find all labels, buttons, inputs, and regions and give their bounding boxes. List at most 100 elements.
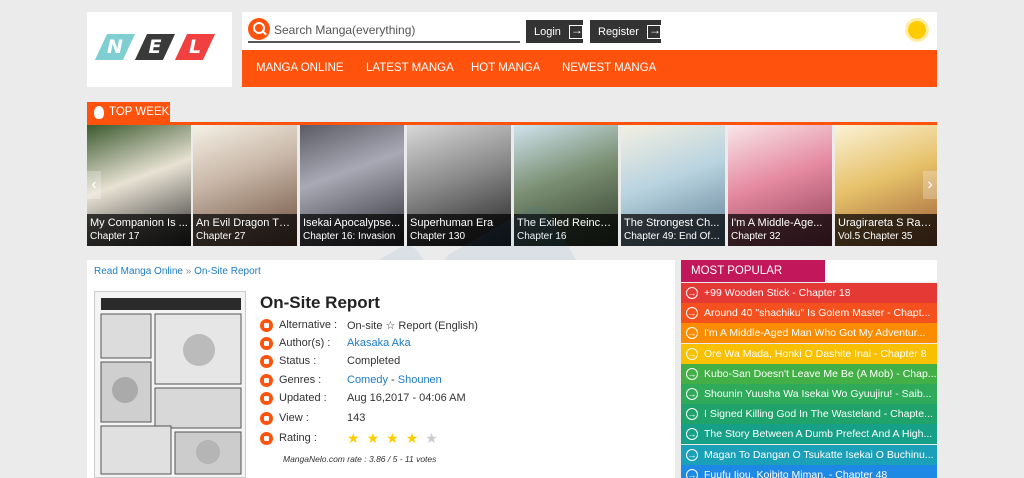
theme-toggle-sun-icon[interactable] xyxy=(908,21,926,39)
popular-item[interactable]: → The Story Between A Dumb Prefect And A … xyxy=(681,424,937,445)
star-icon[interactable]: ★ xyxy=(425,430,438,446)
slider-prev-button[interactable]: ‹ xyxy=(87,171,101,199)
popular-item[interactable]: → I Signed Killing God In The Wasteland -… xyxy=(681,404,937,425)
popular-item[interactable]: → Around 40 "shachiku" Is Golem Master - … xyxy=(681,303,937,324)
breadcrumb-home-link[interactable]: Read Manga Online xyxy=(94,266,183,277)
slide-chapter: Chapter 17 xyxy=(90,231,140,242)
author-link[interactable]: Akasaka Aka xyxy=(347,337,411,349)
slide-caption: My Companion Is ... Chapter 17 xyxy=(87,214,191,246)
authors-label: Author(s) : xyxy=(279,337,331,349)
popular-item[interactable]: → Kubo-San Doesn't Leave Me Be (A Mob) - … xyxy=(681,363,937,384)
arrow-right-circle-icon: → xyxy=(686,468,698,478)
arrow-right-circle-icon: → xyxy=(686,347,698,360)
rating-note: MangaNelo.com rate : 3.86 / 5 - 11 votes xyxy=(283,454,437,464)
slide-title: My Companion Is ... xyxy=(90,217,188,229)
rating-icon xyxy=(260,431,273,445)
breadcrumb: Read Manga Online » On-Site Report xyxy=(94,266,261,277)
slide-item[interactable]: I'm A Middle-Age... Chapter 32 xyxy=(728,125,832,246)
slide-caption: The Strongest Ch... Chapter 49: End Of S… xyxy=(621,214,725,246)
top-week-slider: My Companion Is ... Chapter 17 An Evil D… xyxy=(87,125,937,246)
slide-caption: Uragirareta S Ran... Vol.5 Chapter 35 xyxy=(835,214,937,246)
search-input[interactable] xyxy=(274,20,518,40)
arrow-right-circle-icon: → xyxy=(686,367,698,380)
popular-item[interactable]: → Ore Wa Mada, Honki O Dashite Inai - Cha… xyxy=(681,343,937,364)
nav-hot-manga[interactable]: HOT MANGA xyxy=(471,62,540,74)
slide-item[interactable]: An Evil Dragon Th... Chapter 27 xyxy=(193,125,297,246)
logo-letter-l: L xyxy=(188,36,202,58)
rating-stars[interactable]: ★ ★ ★ ★ ★ xyxy=(347,430,445,447)
top-week-label: TOP WEEK xyxy=(109,106,170,118)
popular-item[interactable]: → Shounin Yuusha Wa Isekai Wo Gyuujiru! -… xyxy=(681,384,937,404)
login-button[interactable]: Login xyxy=(526,20,583,43)
star-icon[interactable]: ★ xyxy=(347,430,360,446)
slide-title: The Exiled Reinca... xyxy=(517,217,615,229)
genres-icon xyxy=(260,373,273,387)
info-authors: Author(s) : Akasaka Aka xyxy=(260,335,411,351)
register-button[interactable]: Register xyxy=(590,20,661,43)
slide-title: An Evil Dragon Th... xyxy=(196,217,294,229)
updated-label: Updated : xyxy=(279,392,327,404)
slide-caption: I'm A Middle-Age... Chapter 32 xyxy=(728,214,832,246)
popular-item-title: Around 40 "shachiku" Is Golem Master - C… xyxy=(704,307,931,320)
info-status: Status : Completed xyxy=(260,353,400,369)
logo-letter-e: E xyxy=(148,36,162,58)
popular-item[interactable]: → I'm A Middle-Aged Man Who Got My Advent… xyxy=(681,323,937,344)
slide-item[interactable]: Uragirareta S Ran... Vol.5 Chapter 35 xyxy=(835,125,937,246)
search-box xyxy=(248,18,520,43)
slide-item[interactable]: Superhuman Era Chapter 130 xyxy=(407,125,511,246)
slide-chapter: Chapter 32 xyxy=(731,231,781,242)
slide-chapter: Vol.5 Chapter 35 xyxy=(838,231,913,242)
nav-latest-manga[interactable]: LATEST MANGA xyxy=(366,62,454,74)
popular-item[interactable]: → +99 Wooden Stick - Chapter 18 xyxy=(681,283,937,303)
slide-title: Isekai Apocalypse... xyxy=(303,217,401,229)
view-label: View : xyxy=(279,412,309,424)
search-icon[interactable] xyxy=(248,18,270,40)
slide-item[interactable]: The Exiled Reinca... Chapter 16 xyxy=(514,125,618,246)
popular-item-title: Fuufu Ijou, Koibito Miman. - Chapter 48 xyxy=(704,468,888,478)
nav-newest-manga[interactable]: NEWEST MANGA xyxy=(562,62,656,74)
status-label: Status : xyxy=(279,355,317,367)
info-genres: Genres : Comedy - Shounen xyxy=(260,372,442,388)
genre-link-shounen[interactable]: Shounen xyxy=(398,374,442,386)
popular-item-title: I'm A Middle-Aged Man Who Got My Adventu… xyxy=(704,327,926,340)
slide-caption: Isekai Apocalypse... Chapter 16: Invasio… xyxy=(300,214,404,246)
popular-item[interactable]: → Magan To Dangan O Tsukatte Isekai O Buc… xyxy=(681,444,937,465)
info-rating: Rating : ★ ★ ★ ★ ★ xyxy=(260,430,445,446)
slide-title: The Strongest Ch... xyxy=(624,217,720,229)
view-value: 143 xyxy=(347,412,366,424)
genre-link-comedy[interactable]: Comedy xyxy=(347,374,388,386)
nav-manga-online[interactable]: MANGA ONLINE xyxy=(256,62,344,74)
genre-separator: - xyxy=(387,374,398,386)
popular-item[interactable]: → Fuufu Ijou, Koibito Miman. - Chapter 48 xyxy=(681,464,937,478)
popular-heading: MOST POPULAR MANGA xyxy=(681,260,825,299)
rating-label: Rating : xyxy=(279,432,317,444)
popular-item-title: Kubo-San Doesn't Leave Me Be (A Mob) - C… xyxy=(704,367,937,380)
arrow-right-circle-icon: → xyxy=(686,327,698,340)
register-arrow-icon xyxy=(646,23,661,39)
star-icon[interactable]: ★ xyxy=(386,430,399,446)
slide-item[interactable]: My Companion Is ... Chapter 17 xyxy=(87,125,191,246)
breadcrumb-current-link[interactable]: On-Site Report xyxy=(194,266,261,277)
slider-next-button[interactable]: › xyxy=(923,171,937,199)
slide-title: I'm A Middle-Age... xyxy=(731,217,823,229)
popular-item-title: Ore Wa Mada, Honki O Dashite Inai - Chap… xyxy=(704,347,927,360)
slide-chapter: Chapter 16 xyxy=(517,231,567,242)
alternative-value: On-site ☆ Report (English) xyxy=(347,319,478,332)
status-value: Completed xyxy=(347,355,401,367)
alternative-label: Alternative : xyxy=(279,319,338,331)
popular-item-title: The Story Between A Dumb Prefect And A H… xyxy=(704,428,933,441)
info-view: View : 143 xyxy=(260,410,365,426)
slide-item[interactable]: The Strongest Ch... Chapter 49: End Of S… xyxy=(621,125,725,246)
slide-chapter: Chapter 130 xyxy=(410,231,466,242)
arrow-right-circle-icon: → xyxy=(686,307,698,320)
star-icon[interactable]: ★ xyxy=(406,430,419,446)
cover-artwork xyxy=(95,292,245,477)
clock-icon xyxy=(260,391,273,405)
alternative-icon xyxy=(260,318,273,332)
site-logo[interactable]: N E L xyxy=(87,12,232,87)
slide-item[interactable]: Isekai Apocalypse... Chapter 16: Invasio… xyxy=(300,125,404,246)
star-icon[interactable]: ★ xyxy=(367,430,380,446)
info-updated: Updated : Aug 16,2017 - 04:06 AM xyxy=(260,390,466,406)
arrow-right-circle-icon: → xyxy=(686,388,698,400)
login-label: Login xyxy=(534,25,561,38)
